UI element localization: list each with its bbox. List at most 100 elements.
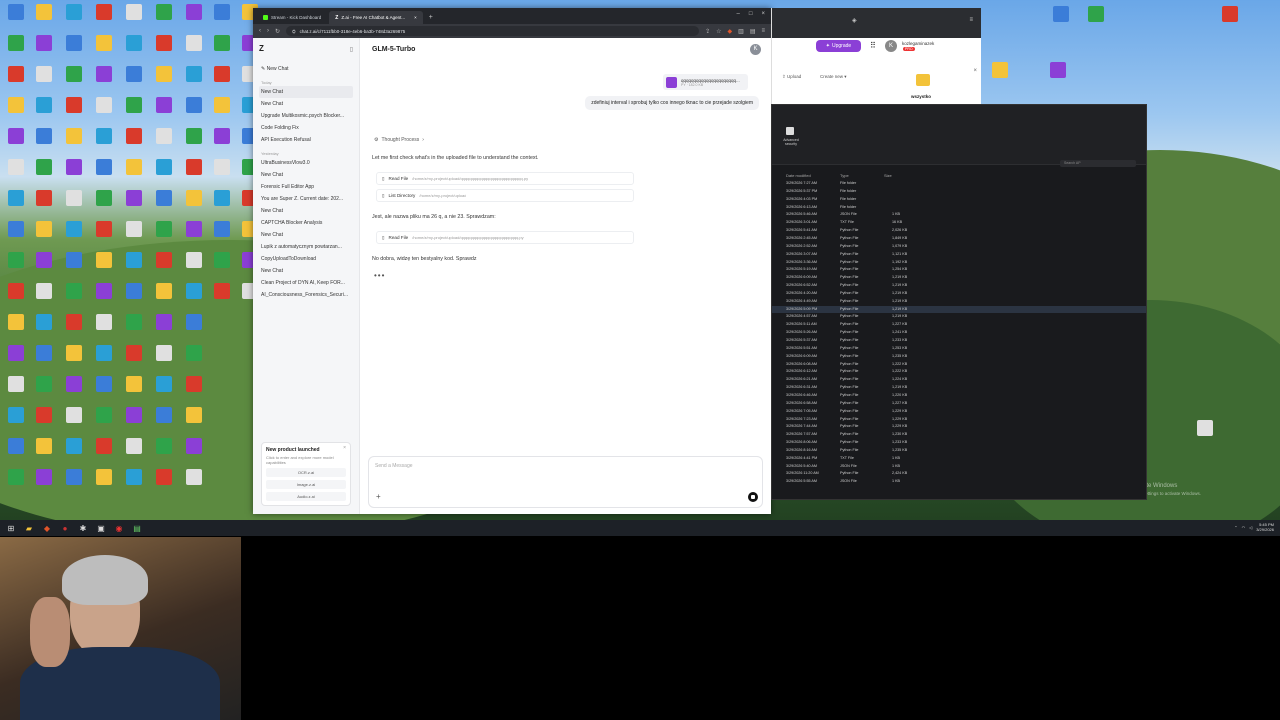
desktop-shortcut-icon[interactable] (36, 314, 52, 330)
file-attachment[interactable]: qqqqqqqqqqqqqqqqqqqqqq... PY · 182.0 KB (663, 74, 748, 90)
desktop-shortcut-icon[interactable] (36, 66, 52, 82)
sidebar-chat-item[interactable]: Code Folding Fix (259, 122, 353, 134)
desktop-shortcut-icon[interactable] (156, 4, 172, 20)
desktop-shortcut-icon[interactable] (126, 407, 142, 423)
maximize-icon[interactable]: □ (749, 11, 753, 17)
desktop-shortcut-icon[interactable] (96, 97, 112, 113)
app-icon[interactable]: ✱ (76, 522, 90, 534)
sidebar-chat-item[interactable]: New Chat (259, 205, 353, 217)
table-row[interactable] (772, 282, 1146, 289)
desktop-shortcut-icon[interactable] (126, 345, 142, 361)
desktop-shortcut-icon[interactable] (156, 376, 172, 392)
sidebar-chat-item[interactable]: New Chat (259, 229, 353, 241)
app-icon[interactable]: ▣ (94, 522, 108, 534)
desktop-shortcut-icon[interactable] (66, 35, 82, 51)
thought-process-toggle[interactable]: ⚙ Thought Process › (374, 137, 424, 143)
sidebar-chat-item[interactable]: API Execution Refusal (259, 134, 353, 146)
close-promo-icon[interactable]: × (343, 445, 346, 451)
table-row[interactable] (772, 180, 1146, 187)
desktop-shortcut-icon[interactable] (96, 438, 112, 454)
desktop-shortcut-icon[interactable] (126, 252, 142, 268)
tool-call-read-file[interactable]: ▯ Read File /home/z/my-project/upload/qq… (376, 231, 634, 244)
tab-kick-dashboard[interactable]: Stream - Kick Dashboard (257, 11, 327, 24)
desktop-shortcut-icon[interactable] (96, 35, 112, 51)
wifi-icon[interactable]: ◠ (1242, 525, 1246, 530)
desktop-shortcut-icon[interactable] (214, 4, 230, 20)
desktop-shortcut-icon[interactable] (126, 314, 142, 330)
desktop-shortcut-icon[interactable] (36, 376, 52, 392)
menu-icon[interactable]: ≡ (969, 17, 973, 23)
desktop-shortcut-icon[interactable] (156, 159, 172, 175)
table-row[interactable] (772, 353, 1146, 360)
create-new-button[interactable]: Create new ▾ (820, 74, 847, 80)
desktop-shortcut-icon[interactable] (8, 128, 24, 144)
table-row[interactable] (772, 219, 1146, 226)
desktop-shortcut-icon[interactable] (36, 35, 52, 51)
desktop-shortcut-icon[interactable] (36, 469, 52, 485)
desktop-shortcut-icon[interactable] (36, 345, 52, 361)
desktop-shortcut-icon[interactable] (66, 159, 82, 175)
add-attachment-button[interactable]: + (376, 492, 381, 501)
desktop-shortcut-icon[interactable] (66, 190, 82, 206)
bookmark-icon[interactable]: ☆ (716, 28, 721, 35)
table-row[interactable] (772, 392, 1146, 399)
table-row[interactable] (772, 431, 1146, 438)
desktop-shortcut-icon[interactable] (8, 283, 24, 299)
desktop-shortcut-icon[interactable] (96, 190, 112, 206)
desktop-shortcut-icon[interactable] (36, 190, 52, 206)
forward-icon[interactable]: › (267, 28, 269, 34)
desktop-shortcut-icon[interactable] (8, 252, 24, 268)
desktop-shortcut-icon[interactable] (156, 35, 172, 51)
column-header-size[interactable]: Size (884, 173, 892, 178)
table-row[interactable] (772, 400, 1146, 407)
desktop-shortcut-icon[interactable] (66, 128, 82, 144)
avatar[interactable]: K (750, 44, 761, 55)
desktop-shortcut-icon[interactable] (126, 221, 142, 237)
desktop-shortcut-icon[interactable] (1050, 62, 1066, 78)
table-row[interactable] (772, 376, 1146, 383)
desktop-shortcut-icon[interactable] (126, 469, 142, 485)
desktop-shortcut-icon[interactable] (186, 252, 202, 268)
desktop-shortcut-icon[interactable] (36, 97, 52, 113)
table-row[interactable] (772, 290, 1146, 297)
close-tab-icon[interactable]: × (414, 15, 417, 20)
desktop-shortcut-icon[interactable] (156, 314, 172, 330)
desktop-shortcut-icon[interactable] (126, 159, 142, 175)
table-row[interactable] (772, 439, 1146, 446)
desktop-shortcut-icon[interactable] (96, 4, 112, 20)
start-icon[interactable]: ⊞ (4, 522, 18, 534)
desktop-shortcut-icon[interactable] (8, 345, 24, 361)
sidebar-chat-item[interactable]: New Chat (259, 265, 353, 277)
sidebar-toggle-icon[interactable]: ▥ (738, 28, 744, 35)
shield-icon[interactable]: ◆ (728, 28, 733, 35)
sidebar-chat-item[interactable]: You are Super Z. Current date: 202... (259, 193, 353, 205)
collapse-sidebar-icon[interactable]: ▯ (350, 46, 353, 53)
desktop-shortcut-icon[interactable] (186, 221, 202, 237)
desktop-shortcut-icon[interactable] (36, 283, 52, 299)
desktop-shortcut-icon[interactable] (96, 376, 112, 392)
table-row[interactable] (772, 463, 1146, 470)
new-chat-button[interactable]: ✎ New Chat (259, 63, 353, 75)
desktop-shortcut-icon[interactable] (186, 376, 202, 392)
table-row[interactable] (772, 345, 1146, 352)
desktop-shortcut-icon[interactable] (96, 314, 112, 330)
folder-icon[interactable] (916, 74, 930, 86)
desktop-shortcut-icon[interactable] (66, 376, 82, 392)
table-row[interactable] (772, 227, 1146, 234)
desktop-shortcut-icon[interactable] (186, 407, 202, 423)
desktop-shortcut-icon[interactable] (1088, 6, 1104, 22)
desktop-shortcut-icon[interactable] (126, 283, 142, 299)
desktop-shortcut-icon[interactable] (8, 407, 24, 423)
tab-zai-chat[interactable]: Z Z.ai - Free AI Chatbot & Agent... × (329, 11, 423, 24)
tool-call-list-directory[interactable]: ▯ List Directory /home/z/my-project/uplo… (376, 189, 634, 202)
desktop-shortcut-icon[interactable] (8, 314, 24, 330)
desktop-shortcut-icon[interactable] (214, 66, 230, 82)
desktop-shortcut-icon[interactable] (156, 97, 172, 113)
sidebar-chat-item[interactable]: Lupik z automatycznym powtarzan... (259, 241, 353, 253)
desktop-shortcut-icon[interactable] (96, 66, 112, 82)
desktop-shortcut-icon[interactable] (214, 128, 230, 144)
column-header-date[interactable]: Date modified (786, 173, 811, 178)
desktop-shortcut-icon[interactable] (8, 190, 24, 206)
table-row[interactable] (772, 305, 1146, 313)
desktop-shortcut-icon[interactable] (66, 438, 82, 454)
